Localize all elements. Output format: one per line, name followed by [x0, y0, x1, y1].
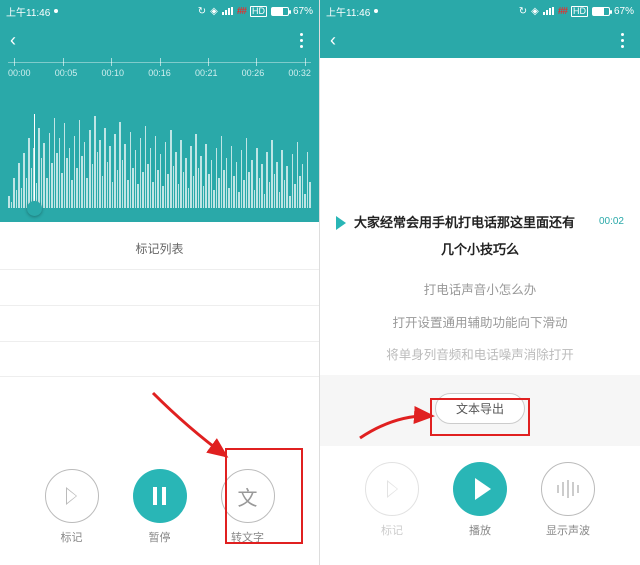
transcript: 大家经常会用手机打电话那这里面还有 00:02 几个小技巧么 打电话声音小怎么办… — [320, 204, 640, 375]
battery-pct: 67% — [614, 6, 634, 17]
mark-button[interactable]: 标记 — [45, 469, 99, 545]
status-dot-icon — [374, 9, 378, 13]
play-indicator-icon[interactable] — [336, 216, 346, 230]
transcript-line[interactable]: 将单身列音频和电话噪声消除打开 — [336, 338, 624, 375]
status-time: 上午11:46 — [6, 4, 50, 19]
sync-icon: ↻ — [198, 6, 206, 17]
waveform — [0, 88, 319, 208]
status-dot-icon — [54, 9, 58, 13]
back-icon[interactable]: ‹ — [330, 30, 336, 51]
blank-area — [320, 58, 640, 204]
bottom-controls: 标记 播放 显示声波 — [320, 446, 640, 558]
timeline-labels: 00:0000:0500:1000:1600:2100:2600:32 — [0, 68, 319, 82]
wifi-icon: ◈ — [210, 6, 218, 17]
battery-pct: 67% — [293, 6, 313, 17]
header: ‹ — [0, 22, 319, 58]
waveform-icon — [557, 480, 579, 498]
transcript-current-line-2[interactable]: 几个小技巧么 — [336, 233, 624, 272]
play-icon — [475, 478, 491, 500]
list-item[interactable] — [0, 269, 319, 305]
transcript-current-line[interactable]: 大家经常会用手机打电话那这里面还有 — [354, 212, 591, 231]
timeline-ruler — [8, 58, 311, 68]
status-bar: 上午11:46 ↻ ◈ ## HD 67% — [320, 0, 640, 22]
wifi-icon: ◈ — [531, 6, 539, 17]
pause-icon — [153, 487, 166, 505]
battery-icon — [592, 7, 610, 16]
overflow-menu-icon[interactable] — [294, 27, 309, 54]
show-wave-button[interactable]: 显示声波 — [541, 462, 595, 538]
text-glyph-icon: 文 — [238, 482, 258, 511]
signal-icon — [543, 7, 554, 15]
sync-icon: ↻ — [519, 6, 527, 17]
bottom-controls: 标记 暂停 文 转文字 — [0, 453, 319, 565]
export-text-button[interactable]: 文本导出 — [435, 393, 525, 424]
status-time: 上午11:46 — [326, 4, 370, 19]
mark-button-disabled: 标记 — [365, 462, 419, 538]
export-row: 文本导出 — [320, 375, 640, 446]
status-bar: 上午11:46 ↻ ◈ ## HD 67% — [0, 0, 319, 22]
playhead-knob[interactable] — [27, 201, 42, 216]
carrier-icon: ## — [237, 6, 246, 17]
flag-icon — [68, 488, 78, 504]
to-text-button[interactable]: 文 转文字 — [221, 469, 275, 545]
header: ‹ — [320, 22, 640, 58]
transcript-timestamp: 00:02 — [599, 212, 624, 227]
signal-icon — [222, 7, 233, 15]
waveform-area[interactable]: 00:0000:0500:1000:1600:2100:2600:32 — [0, 58, 319, 222]
hd-badge: HD — [571, 6, 588, 17]
transcript-line[interactable]: 打开设置通用辅助功能向下滑动 — [336, 305, 624, 338]
mark-list: 标记列表 — [0, 222, 319, 453]
mark-list-title: 标记列表 — [0, 222, 319, 269]
list-item[interactable] — [0, 305, 319, 341]
transcript-line[interactable]: 打电话声音小怎么办 — [336, 272, 624, 305]
back-icon[interactable]: ‹ — [10, 30, 16, 51]
battery-icon — [271, 7, 289, 16]
overflow-menu-icon[interactable] — [615, 27, 630, 54]
phone-left: 上午11:46 ↻ ◈ ## HD 67% ‹ 00:000 — [0, 0, 320, 565]
list-item[interactable] — [0, 341, 319, 377]
flag-icon — [389, 481, 399, 497]
phone-right: 上午11:46 ↻ ◈ ## HD 67% ‹ 大家经常会用手机打电话那这里面还… — [320, 0, 640, 565]
carrier-icon: ## — [558, 6, 567, 17]
hd-badge: HD — [250, 6, 267, 17]
pause-button[interactable]: 暂停 — [133, 469, 187, 545]
play-button[interactable]: 播放 — [453, 462, 507, 538]
